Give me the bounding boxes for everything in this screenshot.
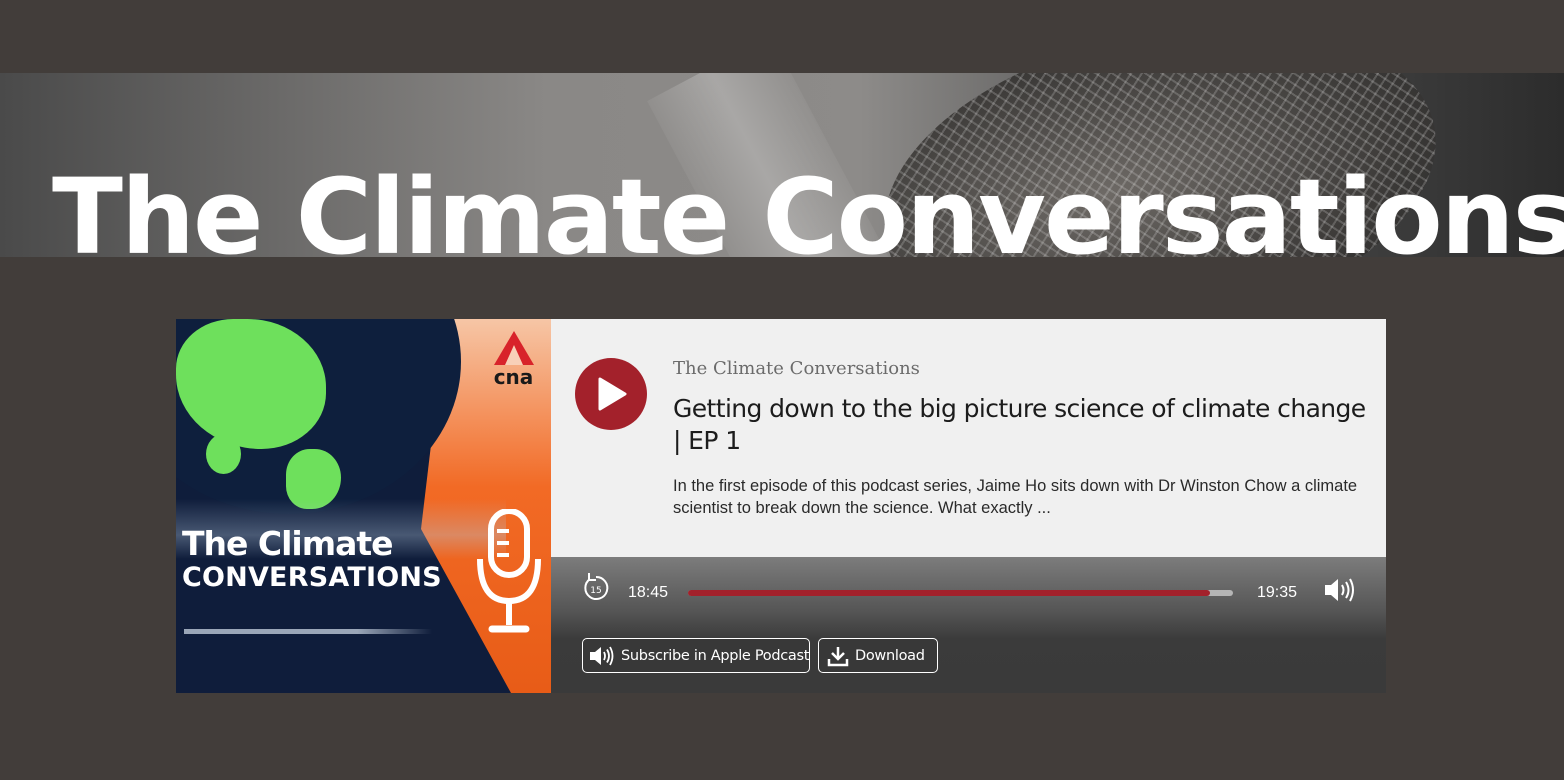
current-time: 18:45 — [628, 584, 669, 601]
episode-description: In the first episode of this podcast ser… — [673, 477, 1358, 517]
globe-icon — [176, 319, 461, 514]
rewind-15-icon[interactable]: 15 — [581, 571, 611, 603]
cna-logo-text: cna — [493, 365, 534, 389]
episode-title: Getting down to the big picture science … — [673, 394, 1366, 455]
speaker-icon — [590, 646, 614, 665]
episode-info: The Climate Conversations Getting down t… — [551, 319, 1386, 557]
podcast-player: cna The Climate CONVERSATIONS The Climat… — [176, 319, 1386, 693]
play-button[interactable] — [575, 358, 647, 430]
download-button[interactable]: Download — [818, 638, 938, 673]
total-time: 19:35 — [1257, 584, 1298, 601]
cover-decorative-bar — [184, 629, 432, 634]
progress-bar[interactable] — [688, 590, 1233, 596]
cover-title-line1: The Climate — [182, 524, 394, 563]
skip-back-seconds: 15 — [590, 586, 601, 596]
cover-title: The Climate CONVERSATIONS — [182, 527, 442, 591]
cover-title-line2: CONVERSATIONS — [182, 562, 442, 593]
show-name: The Climate Conversations — [673, 358, 920, 379]
player-controls: 15 18:45 19:35 Subscribe in Apple Podcas… — [551, 557, 1386, 693]
subscribe-apple-podcast-button[interactable]: Subscribe in Apple Podcast — [582, 638, 810, 673]
volume-icon[interactable] — [1323, 576, 1355, 604]
download-icon — [827, 646, 849, 666]
download-label: Download — [855, 647, 925, 664]
page-title: The Climate Conversations — [52, 156, 1564, 257]
subscribe-label: Subscribe in Apple Podcast — [621, 647, 810, 664]
podcast-cover-art: cna The Climate CONVERSATIONS — [176, 319, 551, 693]
microphone-icon — [477, 509, 541, 633]
cna-logo: cna — [486, 331, 541, 387]
play-icon — [598, 377, 627, 411]
header-banner: The Climate Conversations — [0, 73, 1564, 257]
progress-fill — [688, 590, 1211, 596]
